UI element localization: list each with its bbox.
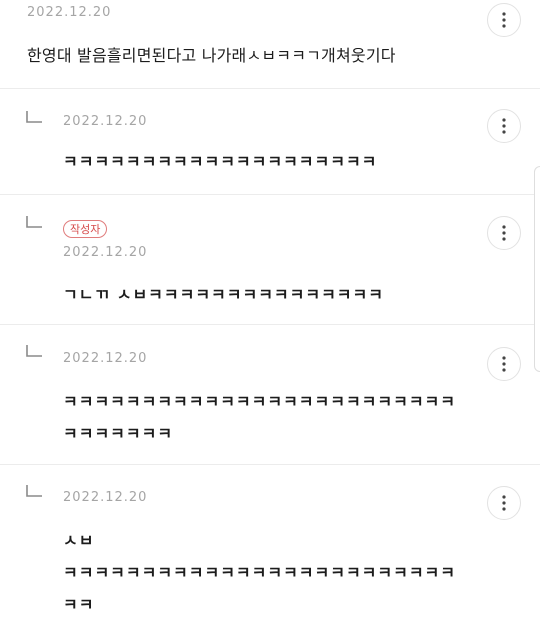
comment-date: 2022.12.20 bbox=[63, 245, 148, 260]
more-options-button[interactable] bbox=[487, 347, 521, 381]
comment-date: 2022.12.20 bbox=[27, 5, 112, 20]
more-vertical-icon bbox=[502, 356, 506, 372]
reply-item: 작성자 2022.12.20 ㄱㄴㄲ ㅅㅂㅋㅋㅋㅋㅋㅋㅋㅋㅋㅋㅋㅋㅋㅋㅋ bbox=[0, 195, 540, 324]
more-options-button[interactable] bbox=[487, 216, 521, 250]
reply-item: 2022.12.20 ㅋㅋㅋㅋㅋㅋㅋㅋㅋㅋㅋㅋㅋㅋㅋㅋㅋㅋㅋㅋㅋㅋㅋㅋㅋ ㅋㅋㅋ… bbox=[0, 325, 540, 464]
reply-arrow-icon bbox=[26, 216, 42, 228]
comment-item: 2022.12.20 한영대 발음흘리면된다고 나가래ㅅㅂㅋㅋㄱ개쳐웃기다 bbox=[0, 0, 540, 88]
more-vertical-icon bbox=[502, 118, 506, 134]
comment-date: 2022.12.20 bbox=[63, 114, 148, 129]
scroll-handle[interactable] bbox=[534, 166, 540, 372]
more-vertical-icon bbox=[502, 12, 506, 28]
comment-date: 2022.12.20 bbox=[63, 351, 148, 366]
more-vertical-icon bbox=[502, 225, 506, 241]
comment-text: ㅋㅋㅋㅋㅋㅋㅋㅋㅋㅋㅋㅋㅋㅋㅋㅋㅋㅋㅋㅋㅋㅋㅋㅋㅋ bbox=[63, 392, 457, 411]
comment-text: ㅋㅋㅋㅋㅋㅋㅋ bbox=[63, 424, 174, 443]
more-options-button[interactable] bbox=[487, 3, 521, 37]
comment-text: ㅋㅋㅋㅋㅋㅋㅋㅋㅋㅋㅋㅋㅋㅋㅋㅋㅋㅋㅋㅋ bbox=[63, 152, 378, 171]
comment-text: ㅋㅋ bbox=[63, 595, 95, 614]
comment-text: 한영대 발음흘리면된다고 나가래ㅅㅂㅋㅋㄱ개쳐웃기다 bbox=[27, 46, 396, 65]
more-options-button[interactable] bbox=[487, 109, 521, 143]
reply-item: 2022.12.20 ㅋㅋㅋㅋㅋㅋㅋㅋㅋㅋㅋㅋㅋㅋㅋㅋㅋㅋㅋㅋ bbox=[0, 89, 540, 194]
comment-text: ㄱㄴㄲ ㅅㅂㅋㅋㅋㅋㅋㅋㅋㅋㅋㅋㅋㅋㅋㅋㅋ bbox=[63, 285, 384, 304]
comment-date: 2022.12.20 bbox=[63, 490, 148, 505]
reply-arrow-icon bbox=[26, 345, 42, 357]
comment-text: ㅅㅂ bbox=[63, 531, 95, 550]
reply-arrow-icon bbox=[26, 485, 42, 497]
reply-item: 2022.12.20 ㅅㅂ ㅋㅋㅋㅋㅋㅋㅋㅋㅋㅋㅋㅋㅋㅋㅋㅋㅋㅋㅋㅋㅋㅋㅋㅋㅋ … bbox=[0, 465, 540, 622]
author-badge: 작성자 bbox=[63, 220, 108, 238]
more-options-button[interactable] bbox=[487, 486, 521, 520]
more-vertical-icon bbox=[502, 495, 506, 511]
reply-arrow-icon bbox=[26, 111, 42, 123]
comment-text: ㅋㅋㅋㅋㅋㅋㅋㅋㅋㅋㅋㅋㅋㅋㅋㅋㅋㅋㅋㅋㅋㅋㅋㅋㅋ bbox=[63, 563, 457, 582]
